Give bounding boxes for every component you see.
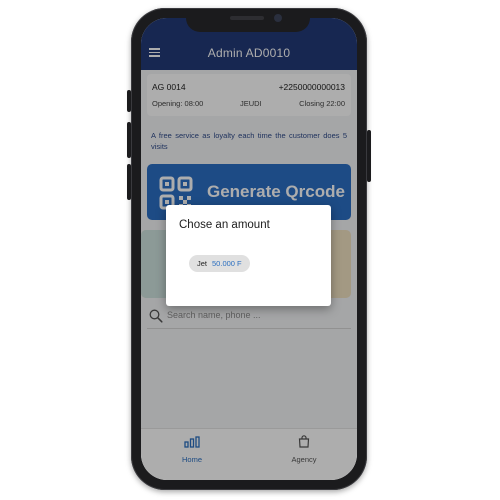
camera-icon [274, 14, 282, 22]
dialog-title: Chose an amount [179, 219, 270, 231]
speaker-grille [230, 16, 264, 20]
amount-option-chip[interactable]: Jet 50.000 F [189, 255, 250, 272]
amount-option-value: 50.000 F [212, 259, 242, 268]
side-button-right [367, 130, 371, 182]
amount-option-name: Jet [197, 259, 208, 268]
phone-notch [186, 10, 310, 32]
side-button-left-2 [127, 122, 131, 158]
side-button-left-1 [127, 90, 131, 112]
amount-dialog: Chose an amount Jet 50.000 F [166, 205, 331, 306]
side-button-left-3 [127, 164, 131, 200]
